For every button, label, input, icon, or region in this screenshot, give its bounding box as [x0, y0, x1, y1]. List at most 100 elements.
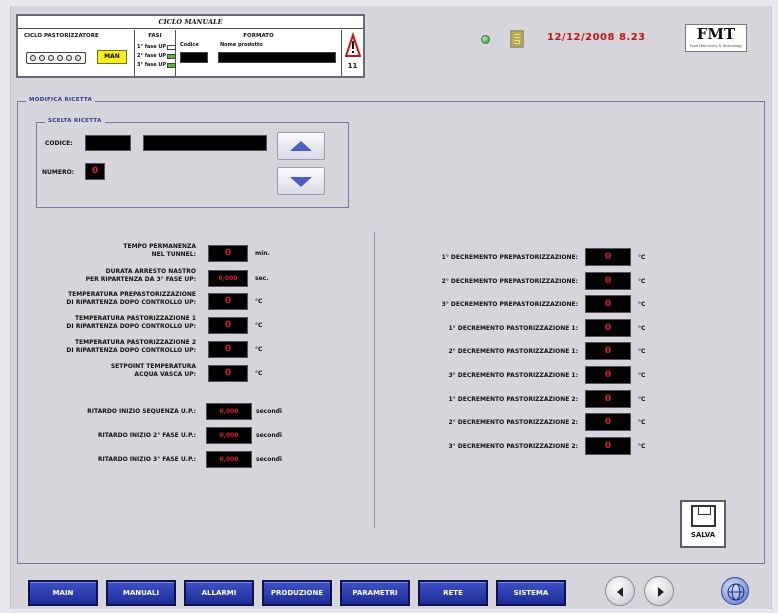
nav-parametri-button[interactable]: PARAMETRI	[340, 580, 410, 606]
recipe-code-label: CODICE:	[45, 140, 73, 147]
parameter-unit: °C	[255, 370, 263, 377]
parameter-value-field[interactable]: 0	[208, 317, 248, 334]
phase-label: 2° fase UP	[137, 53, 167, 59]
decrement-label: 3° DECREMENTO PASTORIZZAZIONE 2:	[448, 442, 578, 450]
product-name-field	[218, 52, 336, 63]
decrement-unit: °C	[638, 348, 646, 356]
nav-produzione-button[interactable]: PRODUZIONE	[262, 580, 332, 606]
decrement-label: 3° DECREMENTO PASTORIZZAZIONE 1:	[448, 372, 578, 379]
recipe-select-group: SCELTA RICETTA CODICE: NUMERO: 0	[36, 118, 349, 208]
format-code-label: Codice	[180, 42, 199, 48]
fmt-logo: FMT Food Machinery & Technology	[685, 24, 747, 52]
decrement-value-field[interactable]: 0	[585, 436, 631, 455]
decrement-unit: °C	[638, 277, 646, 285]
recipe-name-field[interactable]	[143, 135, 267, 151]
decrement-unit: °C	[638, 442, 646, 450]
phase-label: 3° fase UP	[137, 62, 167, 68]
format-column: FORMATO Codice Nome prodotto	[176, 30, 342, 76]
warning-triangle-icon[interactable]	[345, 32, 361, 60]
next-page-button[interactable]	[644, 576, 674, 606]
recipe-down-button[interactable]	[277, 167, 325, 195]
manual-mode-button[interactable]: MAN	[97, 50, 127, 64]
prev-page-button[interactable]	[605, 576, 635, 606]
logo-subtitle: Food Machinery & Technology	[689, 44, 743, 48]
decrement-value-field[interactable]: 0	[585, 318, 631, 337]
decrement-unit: °C	[638, 254, 646, 261]
recipe-up-button[interactable]	[277, 132, 325, 160]
save-button[interactable]: SALVA	[680, 500, 726, 548]
decrement-label: 1° DECREMENTO PREPASTORIZZAZIONE:	[441, 254, 578, 261]
cycle-column: CICLO PASTORIZZATORE MAN	[18, 30, 135, 76]
format-column-label: FORMATO	[243, 33, 274, 39]
cycle-mode-title: CICLO MANUALE	[18, 16, 363, 29]
parameter-label: TEMPO PERMANENZA NEL TUNNEL:	[123, 243, 196, 258]
delay-value-field[interactable]: 0,000	[206, 451, 252, 468]
arrow-right-icon	[658, 587, 664, 597]
delay-value-field[interactable]: 0,000	[206, 403, 252, 420]
decrement-value-field[interactable]: 0	[585, 295, 631, 314]
recipe-select-title: SCELTA RICETTA	[45, 118, 105, 124]
parameter-value-field[interactable]: 0	[208, 365, 248, 382]
nav-main-button[interactable]: MAIN	[28, 580, 98, 606]
decrement-label: 1° DECREMENTO PASTORIZZAZIONE 1:	[448, 324, 578, 332]
nav-manuali-button[interactable]: MANUALI	[106, 580, 176, 606]
decrement-value-field[interactable]: 0	[585, 366, 631, 384]
save-label: SALVA	[690, 531, 716, 539]
parameter-value-field[interactable]: 0	[208, 341, 248, 358]
parameter-unit: min.	[255, 250, 270, 257]
recipe-number-label: NUMERO:	[42, 169, 75, 176]
phases-column: FASI 1° fase UP 2° fase UP 3° fase UP	[135, 30, 176, 76]
decrement-unit: °C	[638, 419, 646, 427]
format-code-field	[180, 52, 208, 63]
decrement-unit: °C	[638, 395, 646, 403]
nav-sistema-button[interactable]: SISTEMA	[496, 580, 566, 606]
parameter-value-field[interactable]: 0,000	[208, 270, 248, 287]
recipe-number-field[interactable]: 0	[85, 163, 105, 180]
globe-icon[interactable]	[721, 577, 749, 605]
decrement-value-field[interactable]: 0	[585, 413, 631, 432]
alarm-count: 11	[347, 62, 358, 70]
arrow-left-icon	[617, 587, 623, 597]
nav-rete-button[interactable]: RETE	[418, 580, 488, 606]
status-led	[481, 35, 490, 44]
machine-status-panel: CICLO MANUALE CICLO PASTORIZZATORE MAN F…	[16, 14, 365, 78]
parameter-value-field[interactable]: 0	[208, 293, 248, 310]
decrement-label: 3° DECREMENTO PREPASTORIZZAZIONE:	[441, 301, 578, 309]
recipe-code-field[interactable]	[85, 135, 131, 151]
parameter-unit: °C	[255, 346, 263, 353]
phase-label: 1° fase UP	[137, 44, 167, 50]
decrement-unit: °C	[638, 301, 646, 309]
product-name-label: Nome prodotto	[220, 42, 263, 48]
system-datetime: 12/12/2008 8.23	[547, 32, 646, 43]
decrement-unit: °C	[638, 324, 646, 332]
parameter-unit: °C	[255, 298, 263, 305]
column-divider	[374, 232, 375, 528]
document-icon[interactable]	[510, 30, 524, 48]
decrement-value-field[interactable]: 0	[585, 342, 631, 361]
delay-unit: secondi	[256, 408, 282, 415]
phase-indicator	[167, 63, 176, 68]
down-arrow-icon	[290, 177, 312, 187]
floppy-disk-icon	[691, 505, 716, 527]
decrement-label: 1° DECREMENTO PASTORIZZAZIONE 2:	[448, 395, 578, 403]
decrement-unit: °C	[638, 372, 646, 379]
decrement-label: 2° DECREMENTO PREPASTORIZZAZIONE:	[441, 277, 578, 285]
decrement-value-field[interactable]: 0	[585, 389, 631, 408]
delay-value-field[interactable]: 0,000	[206, 427, 252, 444]
parameter-label: TEMPERATURA PASTORIZZAZIONE 2 DI RIPARTE…	[66, 339, 196, 354]
delay-unit: secondi	[256, 456, 282, 463]
delay-label: RITARDO INIZIO 3° FASE U.P.:	[97, 456, 196, 463]
decrement-value-field[interactable]: 0	[585, 248, 631, 266]
parameter-label: SETPOINT TEMPERATURA ACQUA VASCA UP:	[110, 363, 196, 378]
pasteurizer-conveyor-icon	[26, 52, 86, 64]
parameter-value-field[interactable]: 0	[208, 245, 248, 262]
nav-allarmi-button[interactable]: ALLARMI	[184, 580, 254, 606]
decrement-value-field[interactable]: 0	[585, 271, 631, 290]
parameter-unit: sec.	[255, 275, 269, 282]
parameter-unit: °C	[255, 322, 263, 329]
delay-label: RITARDO INIZIO 2° FASE U.P.:	[97, 432, 196, 439]
phases-column-label: FASI	[148, 33, 162, 39]
parameter-label: DURATA ARRESTO NASTRO PER RIPARTENZA DA …	[85, 268, 196, 283]
parameter-label: TEMPERATURA PREPASTORIZZAZIONE DI RIPART…	[66, 291, 196, 306]
alarm-column[interactable]: 11	[342, 30, 363, 76]
